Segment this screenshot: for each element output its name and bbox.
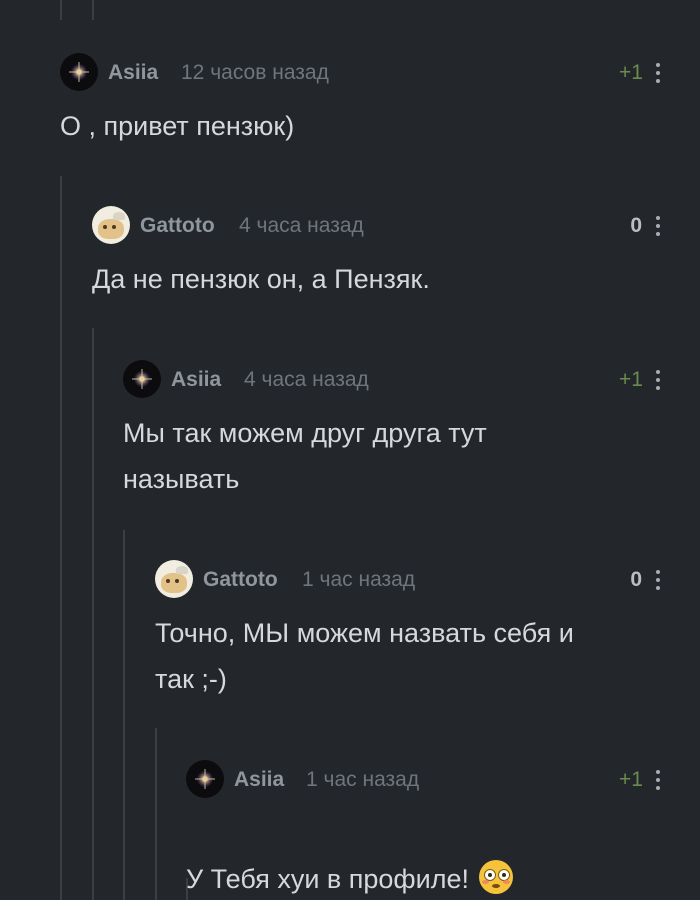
comment: Asiia 1 час назад +1 У Тебя хуи в профил… (186, 760, 700, 894)
vertical-ellipsis-icon[interactable] (654, 770, 662, 792)
sparkle-icon (69, 62, 89, 82)
comment: Asiia 4 часа назад +1 Мы так можем друг … (123, 360, 700, 510)
comment-time[interactable]: 12 часов назад (181, 61, 329, 85)
comment-header: Asiia 4 часа назад +1 (123, 360, 700, 398)
thread-line[interactable] (60, 176, 62, 900)
comment-header: Asiia 1 час назад +1 (186, 760, 700, 798)
user-avatar[interactable] (186, 760, 224, 798)
comment-header: Gattoto 4 часа назад 0 (92, 206, 700, 244)
comment-text: Да не пензюк он, а Пензяк. (92, 264, 430, 294)
username[interactable]: Asiia (234, 768, 284, 792)
cat-icon (98, 212, 125, 239)
user-avatar[interactable] (92, 206, 130, 244)
comment-rating: 0 (630, 568, 642, 591)
thread-line[interactable] (92, 0, 94, 20)
comment-text: Мы так можем друг друга тут называть (123, 418, 487, 494)
user-avatar[interactable] (155, 560, 193, 598)
comment-rating: +1 (619, 61, 643, 84)
user-avatar[interactable] (60, 53, 98, 91)
username[interactable]: Gattoto (203, 568, 278, 592)
username[interactable]: Asiia (171, 368, 221, 392)
comment: Asiia 12 часов назад +1 О , привет пензю… (60, 53, 700, 163)
user-avatar[interactable] (123, 360, 161, 398)
comment-time[interactable]: 4 часа назад (239, 214, 364, 238)
comment-time[interactable]: 1 час назад (302, 568, 415, 592)
vertical-ellipsis-icon[interactable] (654, 63, 662, 85)
flushed-face-emoji (479, 860, 513, 894)
thread-line[interactable] (155, 728, 157, 900)
thread-line[interactable] (123, 530, 125, 900)
comment: Gattoto 4 часа назад 0 Да не пензюк он, … (92, 206, 700, 316)
comment-text: О , привет пензюк) (60, 111, 295, 141)
vertical-ellipsis-icon[interactable] (654, 216, 662, 238)
comment-rating: +1 (619, 768, 643, 791)
sparkle-icon (132, 369, 152, 389)
comment-rating: +1 (619, 368, 643, 391)
comment-rating: 0 (630, 214, 642, 237)
comment-thread: Asiia 12 часов назад +1 О , привет пензю… (0, 0, 700, 900)
comment-header: Asiia 12 часов назад +1 (60, 53, 700, 91)
comment-time[interactable]: 1 час назад (306, 768, 419, 792)
vertical-ellipsis-icon[interactable] (654, 570, 662, 592)
comment: Gattoto 1 час назад 0 Точно, МЫ можем на… (155, 560, 700, 710)
sparkle-icon (195, 769, 215, 789)
username[interactable]: Gattoto (140, 214, 215, 238)
comment-text-content: У Тебя хуи в профиле! (186, 864, 469, 894)
comment-header: Gattoto 1 час назад 0 (155, 560, 700, 598)
thread-line[interactable] (60, 0, 62, 20)
cat-icon (161, 566, 188, 593)
vertical-ellipsis-icon[interactable] (654, 370, 662, 392)
comment-time[interactable]: 4 часа назад (244, 368, 369, 392)
comment-text: Точно, МЫ можем назвать себя и так ;-) (155, 618, 574, 694)
username[interactable]: Asiia (108, 61, 158, 85)
comment-text: У Тебя хуи в профиле! (186, 810, 513, 900)
thread-line[interactable] (92, 328, 94, 900)
